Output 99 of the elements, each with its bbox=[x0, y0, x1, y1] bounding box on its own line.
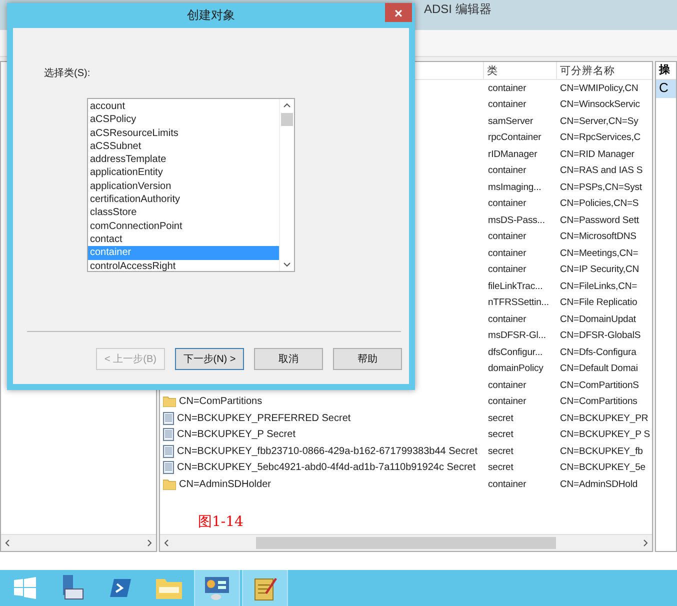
class-cell: samServer bbox=[488, 116, 534, 127]
distinguished-name-cell: CN=DomainUpdat bbox=[560, 314, 636, 325]
list-item[interactable]: aCSPolicy bbox=[88, 113, 279, 127]
list-item[interactable]: aCSSubnet bbox=[88, 140, 279, 154]
distinguished-name-cell: CN=Server,CN=Sy bbox=[560, 116, 638, 127]
field-label: 选择类(S): bbox=[44, 66, 92, 80]
distinguished-name-cell: CN=WMIPolicy,CN bbox=[560, 82, 638, 94]
list-item[interactable]: aCSResourceLimits bbox=[88, 126, 279, 140]
dialog-button[interactable]: 帮助 bbox=[333, 348, 402, 370]
distinguished-name-cell: CN=ComPartitions bbox=[560, 396, 638, 408]
class-cell: msImaging... bbox=[488, 182, 542, 193]
folder-icon bbox=[163, 478, 176, 490]
distinguished-name-cell: CN=BCKUPKEY_5e bbox=[560, 462, 646, 474]
notepad-icon bbox=[253, 575, 277, 601]
distinguished-name-cell: CN=AdminSDHold bbox=[560, 478, 638, 490]
control-panel-icon bbox=[204, 576, 230, 600]
dialog-button[interactable]: 下一步(N) > bbox=[175, 348, 244, 370]
terminal-icon bbox=[110, 578, 132, 598]
distinguished-name-cell: CN=BCKUPKEY_PR bbox=[560, 412, 648, 424]
class-cell: domainPolicy bbox=[488, 363, 544, 374]
object-name[interactable]: CN=BCKUPKEY_fbb23710-0866-429a-b162-671799383b44 Secret bbox=[177, 446, 478, 457]
list-item[interactable]: account bbox=[88, 100, 279, 114]
folder-icon bbox=[163, 396, 176, 408]
list-item[interactable]: applicationVersion bbox=[88, 180, 279, 194]
class-cell: container bbox=[488, 99, 526, 110]
distinguished-name-cell: CN=RAS and IAS S bbox=[560, 165, 643, 176]
distinguished-name-cell: CN=Meetings,CN= bbox=[560, 248, 638, 259]
distinguished-name-cell: CN=ComPartitionS bbox=[560, 380, 639, 391]
class-cell: secret bbox=[488, 446, 514, 457]
object-name[interactable]: CN=BCKUPKEY_P Secret bbox=[177, 429, 296, 440]
class-cell: nTFRSSettin... bbox=[488, 297, 549, 308]
object-name[interactable]: CN=BCKUPKEY_PREFERRED Secret bbox=[177, 412, 351, 424]
list-item[interactable]: certificationAuthority bbox=[88, 193, 279, 206]
server-icon bbox=[61, 575, 85, 601]
window-title: ADSI 编辑器 bbox=[424, 1, 492, 18]
distinguished-name-cell: CN=FileLinks,CN= bbox=[560, 280, 638, 292]
column-header[interactable]: 类 bbox=[483, 62, 556, 79]
distinguished-name-cell: CN=RID Manager bbox=[560, 148, 634, 160]
class-cell: rpcContainer bbox=[488, 132, 542, 144]
distinguished-name-cell: CN=Default Domai bbox=[560, 363, 638, 374]
distinguished-name-cell: CN=Policies,CN=S bbox=[560, 198, 639, 210]
class-cell: container bbox=[488, 396, 526, 408]
windows-logo-icon bbox=[14, 577, 36, 599]
class-cell: secret bbox=[488, 412, 514, 424]
distinguished-name-cell: CN=BCKUPKEY_fb bbox=[560, 446, 643, 457]
list-item[interactable]: contact bbox=[88, 232, 279, 246]
distinguished-name-cell: CN=Password Sett bbox=[560, 214, 639, 226]
class-cell: container bbox=[488, 380, 526, 391]
class-cell: fileLinkTrac... bbox=[488, 280, 543, 292]
class-cell: msDS-Pass... bbox=[488, 214, 545, 226]
class-cell: container bbox=[488, 264, 526, 276]
distinguished-name-cell: CN=BCKUPKEY_P S bbox=[560, 429, 650, 440]
close-button[interactable]: × bbox=[385, 3, 412, 22]
figure-caption: 图1-14 bbox=[197, 512, 244, 530]
list-item[interactable]: classStore bbox=[88, 206, 279, 220]
object-name[interactable]: CN=AdminSDHolder bbox=[179, 478, 271, 490]
scrollbar[interactable] bbox=[279, 99, 294, 271]
class-cell: msDFSR-Gl... bbox=[488, 330, 546, 342]
scroll-thumb[interactable] bbox=[281, 113, 293, 126]
action-item[interactable]: C bbox=[656, 80, 676, 98]
folder-icon bbox=[156, 577, 182, 599]
class-cell: secret bbox=[488, 429, 514, 440]
distinguished-name-cell: CN=WinsockServic bbox=[560, 99, 640, 110]
scrollbar[interactable] bbox=[1, 534, 156, 551]
class-cell: rIDManager bbox=[488, 148, 538, 160]
taskbar-button[interactable] bbox=[242, 570, 288, 606]
distinguished-name-cell: CN=File Replicatio bbox=[560, 297, 638, 308]
class-cell: container bbox=[488, 478, 526, 490]
class-cell: dfsConfigur... bbox=[488, 346, 543, 358]
class-cell: container bbox=[488, 82, 526, 94]
list-item[interactable]: controlAccessRight bbox=[88, 260, 279, 271]
distinguished-name-cell: CN=IP Security,CN bbox=[560, 264, 639, 276]
distinguished-name-cell: CN=Dfs-Configura bbox=[560, 346, 636, 358]
distinguished-name-cell: CN=RpcServices,C bbox=[560, 132, 640, 144]
dialog-title: 创建对象 bbox=[187, 7, 235, 24]
class-cell: container bbox=[488, 231, 526, 242]
document-icon bbox=[163, 412, 174, 425]
class-cell: container bbox=[488, 165, 526, 176]
scrollbar[interactable] bbox=[160, 534, 652, 551]
distinguished-name-cell: CN=MicrosoftDNS bbox=[560, 231, 636, 242]
class-cell: secret bbox=[488, 462, 514, 474]
object-name[interactable]: CN=ComPartitions bbox=[179, 396, 262, 408]
list-item[interactable]: addressTemplate bbox=[88, 153, 279, 166]
class-cell: container bbox=[488, 198, 526, 210]
taskbar-button[interactable] bbox=[194, 570, 240, 606]
dialog-button[interactable]: 取消 bbox=[254, 348, 323, 370]
class-cell: container bbox=[488, 314, 526, 325]
list-item[interactable]: comConnectionPoint bbox=[88, 220, 279, 233]
column-header[interactable]: 可分辨名称 bbox=[556, 62, 652, 79]
document-icon bbox=[163, 444, 174, 458]
document-icon bbox=[163, 428, 174, 442]
document-icon bbox=[163, 461, 174, 474]
distinguished-name-cell: CN=DFSR-GlobalS bbox=[560, 330, 641, 342]
class-list[interactable]: account aCSPolicy aCSResourceLimits aCSSubnet addressTemplate applicationEntity applicationVersion certificationAuthority classStore comConnectionPoint contact container controlAccessRight bbox=[87, 98, 295, 272]
distinguished-name-cell: CN=PSPs,CN=Syst bbox=[560, 182, 642, 193]
list-item[interactable]: applicationEntity bbox=[88, 166, 279, 180]
class-cell: container bbox=[488, 248, 526, 259]
scroll-thumb[interactable] bbox=[256, 537, 556, 549]
object-name[interactable]: CN=BCKUPKEY_5ebc4921-abd0-4f4d-ad1b-7a110b91924c Secret bbox=[177, 462, 476, 474]
